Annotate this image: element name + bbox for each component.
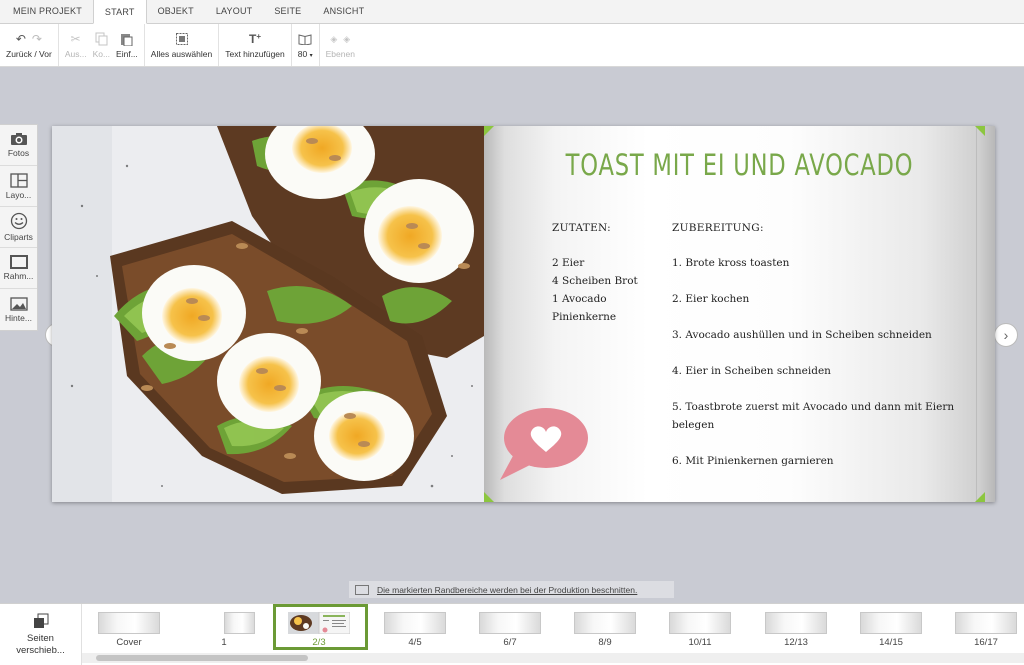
frame-icon <box>9 255 28 269</box>
paste-label: Einf... <box>116 49 138 59</box>
page-label: 12/13 <box>784 637 808 648</box>
pages-stack-icon <box>33 613 48 628</box>
layers-button[interactable]: ◈ ◈ Ebenen <box>323 24 358 66</box>
history-group: ↶ ↷ Zurück / Vor <box>0 24 59 66</box>
select-group: Alles auswählen <box>145 24 220 66</box>
paste-button[interactable]: Einf... <box>113 24 141 66</box>
select-all-button[interactable]: Alles auswählen <box>148 24 215 66</box>
page-label: 4/5 <box>408 637 422 648</box>
tab-mein-projekt[interactable]: MEIN PROJEKT <box>2 0 93 23</box>
toolbar: ↶ ↷ Zurück / Vor ✂ Aus... Ko... Einf... <box>0 24 1024 67</box>
tool-layouts[interactable]: Layo... <box>0 166 37 207</box>
tool-backgrounds-label: Hinte... <box>5 312 32 323</box>
page-thumb-cover[interactable] <box>98 612 160 634</box>
add-text-icon: T + <box>248 31 261 47</box>
redo-icon[interactable]: ↷ <box>32 32 42 46</box>
select-all-label: Alles auswählen <box>150 49 213 59</box>
selected-page-highlight <box>273 604 368 650</box>
page-label: 14/15 <box>879 637 903 648</box>
add-text-button[interactable]: T + Text hinzufügen <box>222 24 288 66</box>
undo-icon[interactable]: ↶ <box>16 32 26 46</box>
page-label: 10/11 <box>688 637 712 648</box>
zoom-value: 80 ▾ <box>297 49 313 59</box>
zoom-group: 80 ▾ <box>292 24 320 66</box>
cut-label: Aus... <box>64 49 87 59</box>
tab-start[interactable]: START <box>92 0 147 24</box>
side-tool-panel: Fotos Layo... Cliparts Rahm... Hinte... <box>0 124 38 331</box>
background-icon <box>9 296 28 311</box>
camera-icon <box>10 133 27 145</box>
tool-layouts-label: Layo... <box>5 189 32 200</box>
page-label: 6/7 <box>503 637 517 648</box>
tool-backgrounds[interactable]: Hinte... <box>0 289 37 330</box>
select-all-icon <box>175 31 188 47</box>
tool-frames-label: Rahm... <box>3 271 34 281</box>
trim-markers <box>484 126 985 502</box>
tool-frames[interactable]: Rahm... <box>0 248 37 289</box>
layer-up-icon[interactable]: ◈ <box>330 34 337 45</box>
book-icon <box>298 31 312 47</box>
clipboard-group: ✂ Aus... Ko... Einf... <box>59 24 145 66</box>
text-group: T + Text hinzufügen <box>219 24 292 66</box>
copy-label: Ko... <box>92 49 111 59</box>
layout-icon <box>9 172 28 188</box>
page-label: 8/9 <box>598 637 612 648</box>
trim-notice: Die markierten Randbereiche werden bei d… <box>349 581 674 598</box>
trim-notice-text[interactable]: Die markierten Randbereiche werden bei d… <box>377 585 637 595</box>
shift-pages-label: Seiten verschieb... <box>16 633 65 656</box>
add-text-label: Text hinzufügen <box>225 49 285 59</box>
smiley-icon <box>10 212 27 230</box>
tool-cliparts-label: Cliparts <box>4 232 33 242</box>
layers-group: ◈ ◈ Ebenen <box>320 24 361 66</box>
tool-photos-label: Fotos <box>7 148 30 158</box>
paste-icon <box>120 31 133 47</box>
page-thumb-10-11[interactable] <box>669 612 731 634</box>
page-thumb-4-5[interactable] <box>384 612 446 634</box>
ribbon-tabs: MEIN PROJEKT START OBJEKT LAYOUT SEITE A… <box>0 0 1024 24</box>
layer-down-icon[interactable]: ◈ <box>343 34 350 45</box>
photobook-spread: TOAST MIT EI UND AVOCADO ZUTATEN: ZUBERE… <box>52 126 995 502</box>
page-label: 16/17 <box>974 637 998 648</box>
tab-ansicht[interactable]: ANSICHT <box>312 0 375 23</box>
zoom-dropdown[interactable]: 80 ▾ <box>295 24 316 66</box>
page-strip-scroll-thumb[interactable] <box>96 655 308 661</box>
copy-button[interactable]: Ko... <box>90 24 113 66</box>
page-thumb-16-17[interactable] <box>955 612 1017 634</box>
shift-pages-button[interactable]: Seiten verschieb... <box>0 604 82 665</box>
chevron-right-icon: › <box>1003 327 1009 343</box>
page-thumb-1[interactable] <box>193 612 255 634</box>
undo-redo-button[interactable]: ↶ ↷ Zurück / Vor <box>3 24 55 66</box>
tab-objekt[interactable]: OBJEKT <box>147 0 205 23</box>
page-thumb-8-9[interactable] <box>574 612 636 634</box>
undo-redo-label: Zurück / Vor <box>6 49 52 59</box>
chevron-down-icon: ▾ <box>309 53 313 59</box>
layers-label: Ebenen <box>325 49 355 59</box>
tool-photos[interactable]: Fotos <box>0 125 37 166</box>
copy-icon <box>95 31 108 47</box>
tab-seite[interactable]: SEITE <box>263 0 312 23</box>
tool-cliparts[interactable]: Cliparts <box>0 207 37 248</box>
scissors-icon: ✂ <box>70 32 81 46</box>
next-page-button[interactable]: › <box>994 323 1018 347</box>
page-label: Cover <box>116 637 142 648</box>
trim-area-icon <box>355 584 369 595</box>
tab-layout[interactable]: LAYOUT <box>205 0 264 23</box>
page-thumb-12-13[interactable] <box>765 612 827 634</box>
page-thumb-6-7[interactable] <box>479 612 541 634</box>
cut-button[interactable]: ✂ Aus... <box>62 24 90 66</box>
page-label: 1 <box>221 637 227 648</box>
page-thumb-14-15[interactable] <box>860 612 922 634</box>
